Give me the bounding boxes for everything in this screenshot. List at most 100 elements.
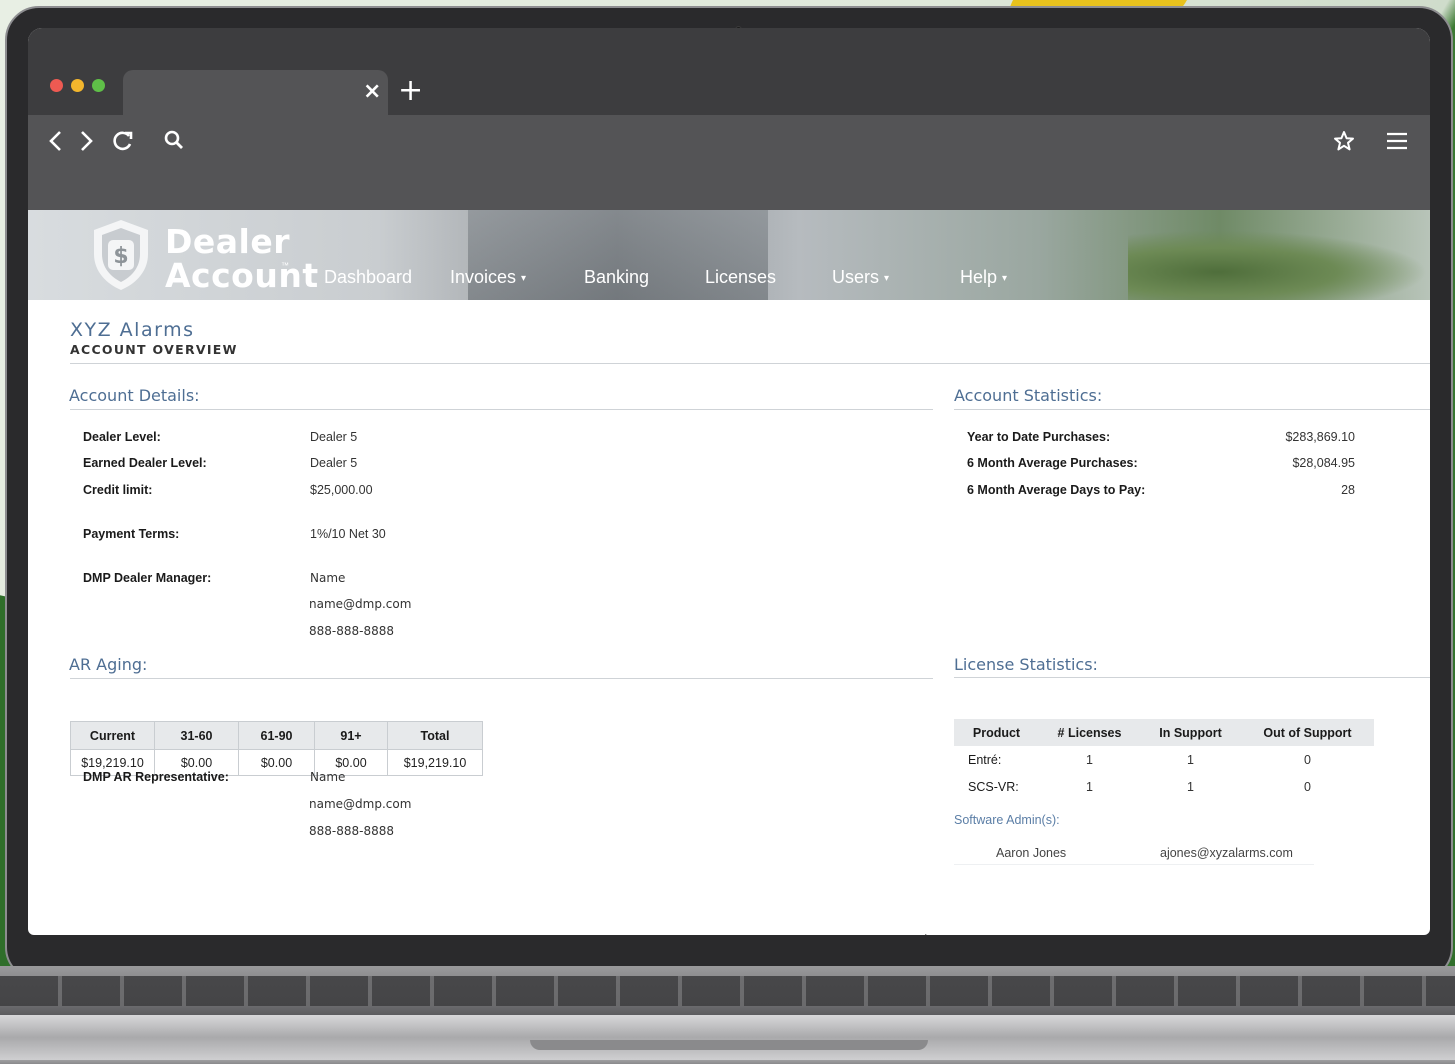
column-header: Current bbox=[70, 721, 155, 750]
ar-rep-phone: 888-888-8888 bbox=[309, 824, 395, 838]
dealer-level-value: Dealer 5 bbox=[310, 430, 358, 444]
keyboard bbox=[0, 976, 1455, 1006]
caret-down-icon: ▾ bbox=[1002, 273, 1008, 284]
ar-rep-name: Name bbox=[310, 770, 346, 784]
search-icon[interactable] bbox=[164, 129, 184, 159]
dealer-manager-email[interactable]: name@dmp.com bbox=[309, 597, 411, 611]
nav-label: Dashboard bbox=[324, 267, 413, 287]
back-icon[interactable] bbox=[48, 129, 62, 159]
column-header: 61-90 bbox=[238, 721, 315, 750]
table-header-row: Product # Licenses In Support Out of Sup… bbox=[954, 719, 1374, 746]
divider bbox=[70, 678, 933, 679]
caret-down-icon: ▾ bbox=[884, 273, 890, 284]
nav-banking[interactable]: Banking bbox=[584, 266, 649, 288]
browser-tab[interactable]: × bbox=[123, 70, 388, 116]
reload-icon[interactable] bbox=[112, 129, 134, 159]
new-tab-button[interactable]: + bbox=[398, 74, 423, 108]
divider bbox=[70, 363, 1430, 364]
window-maximize-button[interactable] bbox=[92, 79, 105, 92]
nav-label: Help bbox=[960, 267, 998, 287]
mouse-pointer-icon bbox=[924, 932, 928, 935]
ar-rep-email[interactable]: name@dmp.com bbox=[309, 797, 411, 811]
divider bbox=[954, 864, 1314, 865]
avg-days-value: 28 bbox=[1341, 483, 1355, 497]
nav-licenses[interactable]: Licenses bbox=[705, 266, 776, 288]
admin-name: Aaron Jones bbox=[996, 846, 1067, 860]
header-background-image bbox=[1128, 230, 1428, 300]
trademark-mark: ™ bbox=[281, 261, 289, 270]
product-cell: SCS-VR: bbox=[968, 779, 1019, 794]
table-cell: $0.00 bbox=[238, 749, 315, 776]
payment-terms-value: 1%/10 Net 30 bbox=[310, 527, 386, 541]
software-admins-title: Software Admin(s): bbox=[954, 813, 1060, 827]
avg-days-label: 6 Month Average Days to Pay: bbox=[967, 483, 1146, 497]
browser-tab-bar: × + bbox=[28, 28, 1430, 116]
site-header: $ Dealer Account ™ Dashboard Invoices ▾ B… bbox=[28, 210, 1430, 300]
ytd-purchases-value: $283,869.10 bbox=[1285, 430, 1355, 444]
nav-label: Licenses bbox=[705, 267, 777, 287]
shield-dollar-logo-icon: $ bbox=[94, 220, 148, 290]
credit-limit-value: $25,000.00 bbox=[310, 483, 373, 497]
window-minimize-button[interactable] bbox=[71, 79, 84, 92]
column-header: Total bbox=[387, 721, 483, 750]
divider bbox=[954, 677, 1430, 678]
browser-toolbar bbox=[28, 115, 1430, 210]
column-header: In Support bbox=[1140, 719, 1241, 746]
ytd-purchases-label: Year to Date Purchases: bbox=[967, 430, 1111, 444]
ar-aging-title: AR Aging: bbox=[69, 655, 148, 674]
dealer-level-label: Dealer Level: bbox=[83, 430, 161, 444]
account-details-title: Account Details: bbox=[69, 386, 200, 405]
nav-help[interactable]: Help ▾ bbox=[960, 266, 1007, 290]
ar-aging-table: Current 31-60 61-90 91+ Total $19,219.10… bbox=[70, 721, 483, 776]
table-cell: 1 bbox=[1086, 779, 1093, 794]
company-name: XYZ Alarms bbox=[70, 319, 195, 341]
nav-label: Banking bbox=[584, 267, 650, 287]
ar-rep-label: DMP AR Representative: bbox=[83, 770, 229, 784]
account-statistics-title: Account Statistics: bbox=[954, 386, 1103, 405]
page-content: XYZ Alarms ACCOUNT OVERVIEW Account Deta… bbox=[28, 300, 1430, 935]
laptop-screen: × + $ Dealer Account ™ Dashboard Invoice… bbox=[28, 28, 1430, 935]
nav-users[interactable]: Users ▾ bbox=[832, 266, 889, 290]
product-cell: Entré: bbox=[968, 752, 1002, 767]
nav-label: Users bbox=[832, 267, 880, 287]
nav-label: Invoices bbox=[450, 267, 517, 287]
dealer-manager-label: DMP Dealer Manager: bbox=[83, 571, 212, 585]
menu-icon[interactable] bbox=[1386, 129, 1408, 159]
bookmark-star-icon[interactable] bbox=[1333, 129, 1355, 159]
column-header: Out of Support bbox=[1241, 719, 1374, 746]
avg-purchases-label: 6 Month Average Purchases: bbox=[967, 456, 1138, 470]
column-header: 31-60 bbox=[154, 721, 239, 750]
logo-line-2: Account bbox=[165, 256, 319, 295]
nav-invoices[interactable]: Invoices ▾ bbox=[450, 266, 526, 290]
table-row: SCS-VR: 1 1 0 bbox=[954, 773, 1374, 800]
logo-wordmark[interactable]: Dealer Account bbox=[165, 225, 319, 293]
earned-level-label: Earned Dealer Level: bbox=[83, 456, 207, 470]
license-statistics-title: License Statistics: bbox=[954, 655, 1098, 674]
dealer-manager-name: Name bbox=[310, 571, 346, 585]
table-header-row: Current 31-60 61-90 91+ Total bbox=[70, 721, 483, 750]
window-close-button[interactable] bbox=[50, 79, 63, 92]
nav-dashboard[interactable]: Dashboard bbox=[324, 266, 412, 288]
admin-email[interactable]: ajones@xyzalarms.com bbox=[1160, 846, 1293, 860]
license-statistics-table: Product # Licenses In Support Out of Sup… bbox=[954, 719, 1374, 800]
logo-line-1: Dealer bbox=[165, 222, 291, 261]
payment-terms-label: Payment Terms: bbox=[83, 527, 180, 541]
forward-icon[interactable] bbox=[80, 129, 94, 159]
laptop-notch bbox=[530, 1040, 928, 1050]
table-cell: $19,219.10 bbox=[387, 749, 483, 776]
table-cell: 1 bbox=[1187, 752, 1194, 767]
table-row: Entré: 1 1 0 bbox=[954, 746, 1374, 773]
column-header: Product bbox=[954, 719, 1039, 746]
table-cell: 1 bbox=[1187, 779, 1194, 794]
tab-close-icon[interactable]: × bbox=[363, 77, 381, 107]
svg-text:$: $ bbox=[113, 244, 128, 269]
column-header: 91+ bbox=[314, 721, 388, 750]
page-title: ACCOUNT OVERVIEW bbox=[70, 342, 238, 357]
table-cell: 0 bbox=[1304, 779, 1311, 794]
column-header: # Licenses bbox=[1039, 719, 1140, 746]
avg-purchases-value: $28,084.95 bbox=[1292, 456, 1355, 470]
laptop-base-lip bbox=[0, 1015, 1455, 1060]
dealer-manager-phone: 888-888-8888 bbox=[309, 624, 395, 638]
caret-down-icon: ▾ bbox=[521, 273, 527, 284]
table-cell: 1 bbox=[1086, 752, 1093, 767]
